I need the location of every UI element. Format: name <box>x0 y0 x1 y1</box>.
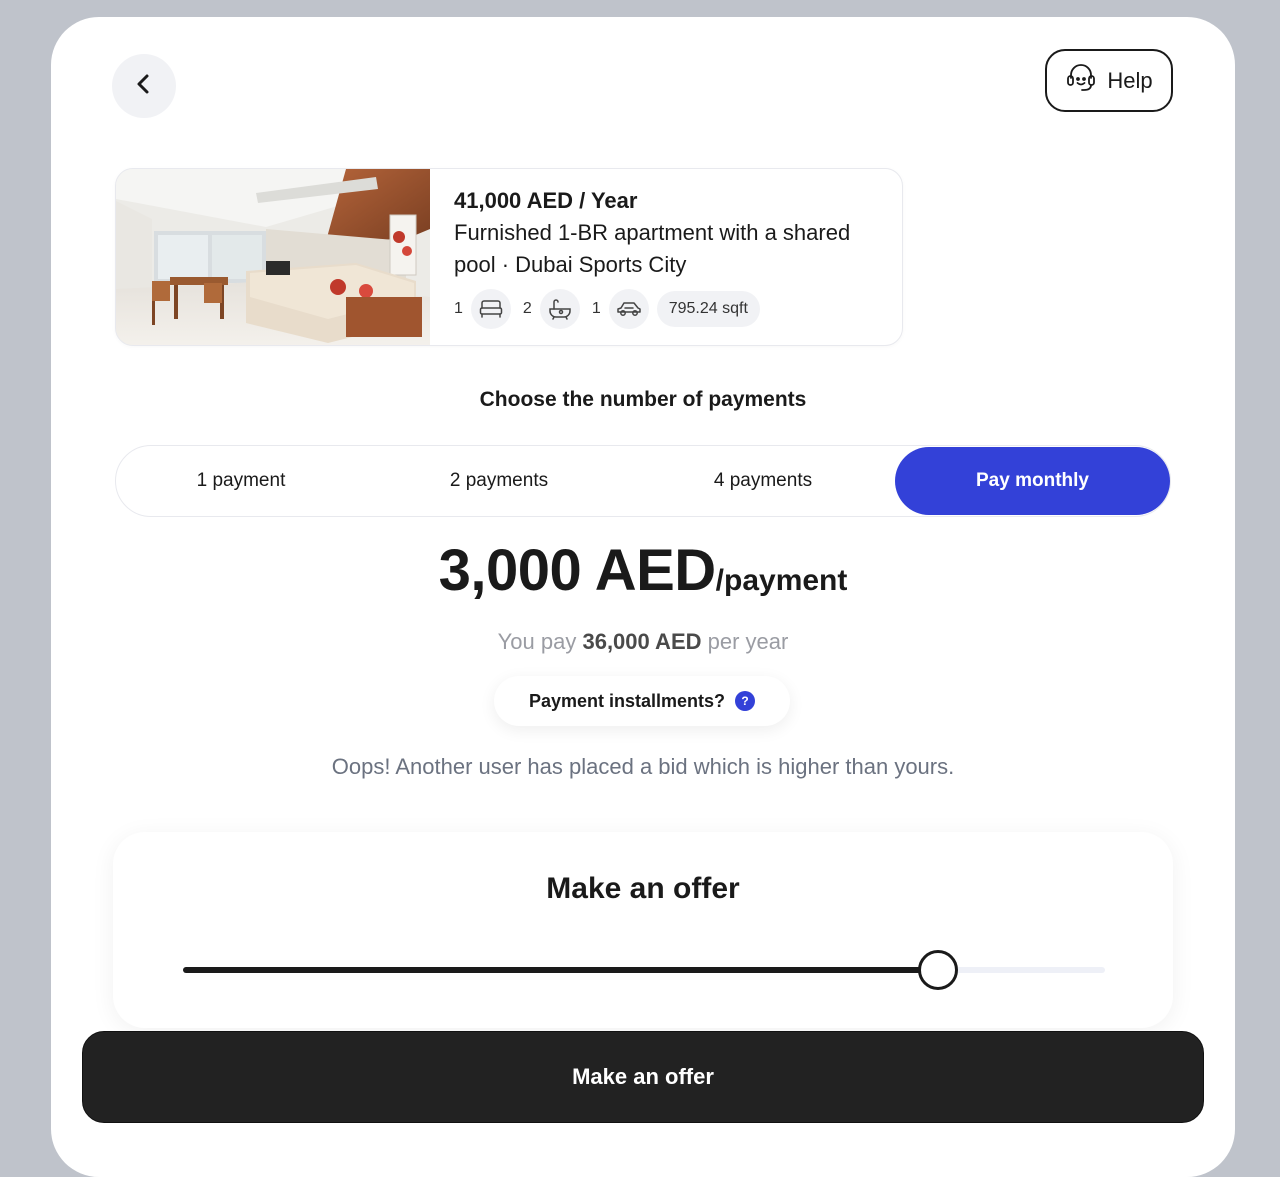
help-label: Help <box>1107 67 1153 93</box>
installments-label: Payment installments? <box>528 690 726 711</box>
yearly-prefix: You pay <box>497 629 577 654</box>
car-icon <box>608 289 649 329</box>
question-icon: ? <box>735 691 756 711</box>
yearly-suffix: per year <box>707 629 789 654</box>
back-button[interactable] <box>112 54 176 118</box>
chevron-left-icon <box>133 73 155 100</box>
offer-card: Make an offer <box>113 832 1173 1028</box>
area-chip: 795.24 sqft <box>656 291 760 327</box>
offer-sheet: Help 41,000 AED / Year Furnished 1-BR ap… <box>51 17 1235 1177</box>
make-offer-button[interactable]: Make an offer <box>82 1031 1204 1123</box>
outbid-notice: Oops! Another user has placed a bid whic… <box>331 754 955 779</box>
help-button[interactable]: Help <box>1045 49 1173 112</box>
slider-fill <box>183 967 939 973</box>
payments-heading: Choose the number of payments <box>479 388 807 411</box>
tab-1-payment[interactable]: 1 payment <box>116 446 366 516</box>
yearly-total: You pay 36,000 AED per year <box>51 629 1235 655</box>
parking-count: 1 <box>591 300 601 317</box>
listing-description: Furnished 1-BR apartment with a shared p… <box>454 220 851 277</box>
amenities-row: 1 2 1 795.24 sqft <box>454 289 894 329</box>
listing-photo <box>116 169 430 345</box>
listing-info: 41,000 AED / Year Furnished 1-BR apartme… <box>454 187 894 329</box>
bed-icon <box>470 289 511 329</box>
payment-amount: 3,000 AED/payment <box>51 537 1235 604</box>
bedroom-count: 1 <box>454 300 463 317</box>
listing-card[interactable]: 41,000 AED / Year Furnished 1-BR apartme… <box>115 168 903 346</box>
listing-price: 41,000 AED / Year <box>454 188 638 213</box>
tab-pay-monthly[interactable]: Pay monthly <box>895 447 1170 515</box>
tab-4-payments[interactable]: 4 payments <box>632 446 894 516</box>
slider-thumb[interactable] <box>918 950 959 990</box>
amount-unit: /payment <box>715 564 848 597</box>
bathroom-count: 2 <box>522 300 532 317</box>
offer-slider[interactable] <box>183 950 1105 990</box>
tab-2-payments[interactable]: 2 payments <box>366 446 632 516</box>
payment-options: 1 payment 2 payments 4 payments Pay mont… <box>115 445 1171 517</box>
bathtub-icon <box>539 289 580 329</box>
yearly-value: 36,000 AED <box>582 629 702 654</box>
offer-title: Make an offer <box>546 872 740 905</box>
installments-info-button[interactable]: Payment installments? ? <box>494 676 790 726</box>
headset-icon <box>1065 62 1097 100</box>
amount-value: 3,000 AED <box>438 538 717 603</box>
